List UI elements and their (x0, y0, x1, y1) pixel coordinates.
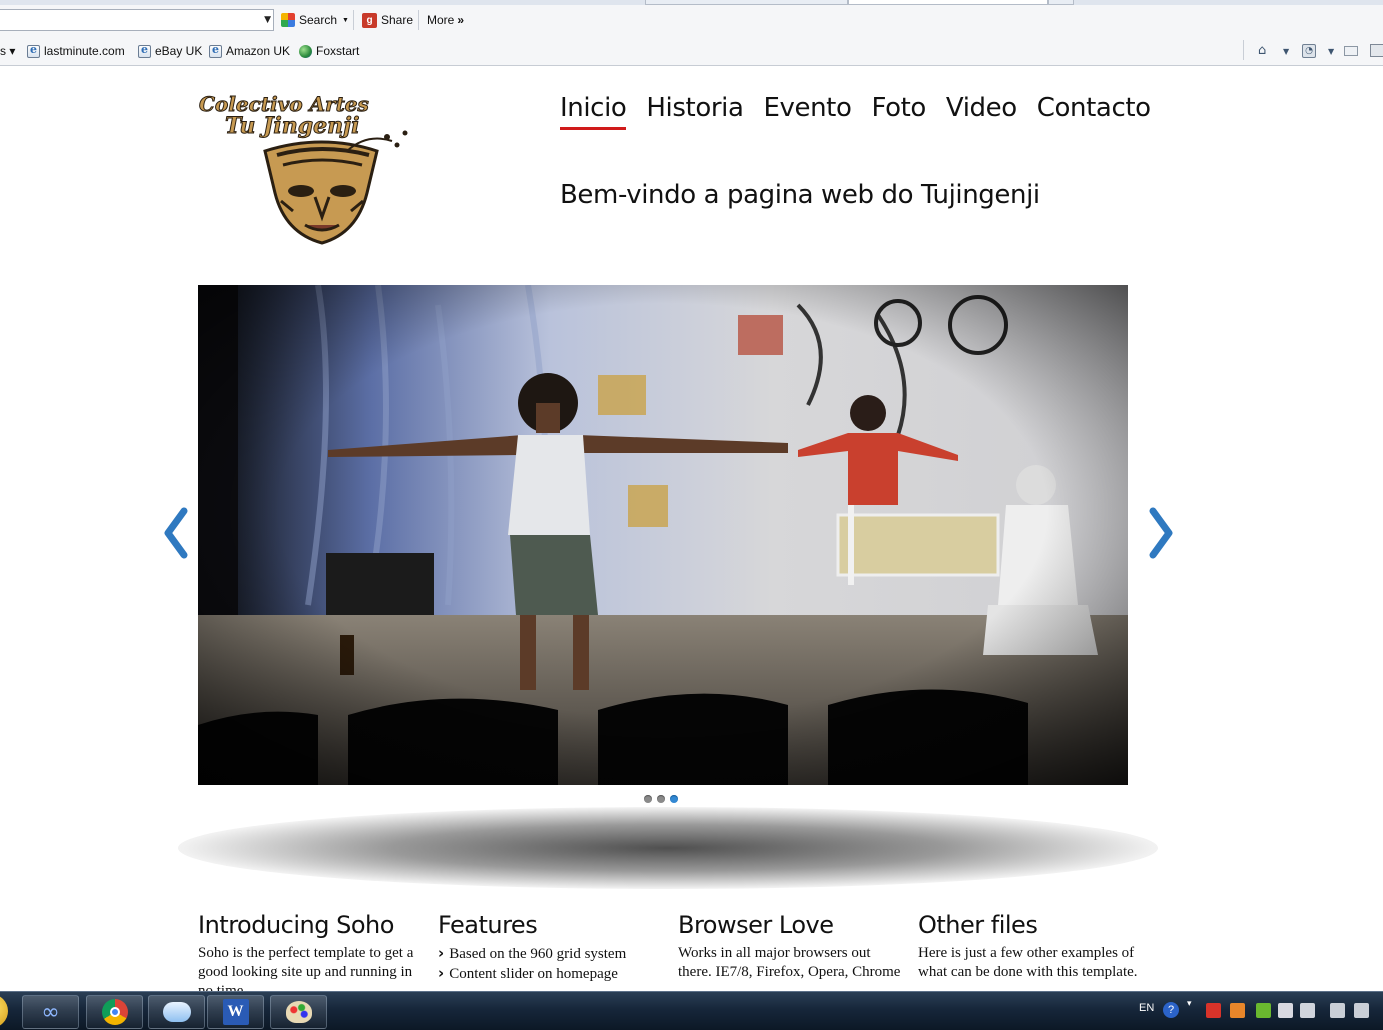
favorite-label: Amazon UK (226, 44, 291, 58)
nav-inicio[interactable]: Inicio (560, 93, 627, 130)
slider-prev-arrow-icon[interactable] (160, 507, 194, 559)
slider-pagination (644, 795, 678, 803)
taskbar-app-weather[interactable] (148, 995, 205, 1029)
ie-page-icon (27, 43, 40, 58)
weather-icon (162, 1002, 191, 1022)
share-button[interactable]: g Share (362, 10, 413, 30)
more-chevron-icon: » (457, 13, 465, 27)
taskbar-app-word[interactable]: W (207, 995, 264, 1029)
toolbar-search-input[interactable]: ▼ (0, 9, 274, 31)
tray-app-icon[interactable] (1354, 1003, 1369, 1018)
favorites-overflow-icon[interactable]: s ▾ (0, 42, 15, 60)
column-features: Features Based on the 960 grid system Co… (438, 909, 663, 984)
column-other-files: Other files Here is just a few other exa… (918, 909, 1143, 982)
column-title: Introducing Soho (198, 911, 394, 939)
dropdown-arrow-icon[interactable]: ▼ (264, 15, 271, 25)
favorites-bar: s ▾ lastminute.com eBay UK Amazon UK Fox… (0, 38, 1383, 64)
chevron-down-icon: ▼ (342, 16, 349, 24)
ie-page-icon (138, 43, 151, 58)
column-title: Features (438, 911, 538, 939)
site-logo[interactable]: Colectivo Artes Tu Jingenji (197, 93, 449, 245)
column-text: Works in all major browsers out there. I… (678, 945, 901, 980)
share-icon: g (362, 12, 377, 28)
favorite-label: eBay UK (155, 44, 203, 58)
globe-icon (299, 44, 312, 58)
toolbar-divider (418, 10, 419, 30)
home-icon[interactable]: ⌂ (1258, 43, 1266, 58)
tray-app-icon[interactable] (1300, 1003, 1315, 1018)
print-icon[interactable] (1370, 44, 1383, 57)
search-engine-icon (281, 13, 295, 27)
column-title: Browser Love (678, 911, 834, 939)
new-tab-button[interactable] (1048, 0, 1074, 5)
favorite-lastminute[interactable]: lastminute.com (27, 42, 125, 60)
word-icon: W (222, 999, 249, 1025)
chevron-down-icon[interactable]: ▼ (1283, 47, 1289, 56)
list-item: Based on the 960 grid system (438, 944, 663, 964)
browser-tab[interactable] (645, 0, 848, 5)
logo-line-2: Tu Jingenji (225, 113, 359, 139)
web-page: Colectivo Artes Tu Jingenji Inicio Histo… (0, 67, 1383, 991)
help-icon[interactable]: ? (1163, 1002, 1179, 1018)
slider-drop-shadow (178, 807, 1158, 889)
favorite-label: Foxstart (316, 44, 360, 58)
share-button-label: Share (381, 13, 414, 27)
main-navigation: Inicio Historia Evento Foto Video Contac… (560, 93, 1151, 130)
chevron-down-icon[interactable]: ▼ (1328, 47, 1334, 56)
slider-dot[interactable] (644, 795, 652, 803)
list-item: Content slider on homepage (438, 964, 663, 984)
favorite-ebay[interactable]: eBay UK (138, 42, 202, 60)
start-button[interactable] (0, 994, 8, 1028)
slider-dot-active[interactable] (670, 795, 678, 803)
column-introducing: Introducing Soho Soho is the perfect tem… (198, 909, 423, 991)
slide-photo (198, 285, 1128, 785)
taskbar-app-paint[interactable] (270, 995, 327, 1029)
search-button-label: Search (299, 13, 338, 27)
search-toolbar: ▼ Search ▼ g Share More » (0, 6, 1383, 34)
column-title: Other files (918, 911, 1038, 939)
infinity-icon: ∞ (41, 999, 60, 1025)
features-list: Based on the 960 grid system Content sli… (438, 944, 663, 984)
toolbar-divider (353, 10, 354, 30)
tray-app-icon[interactable] (1230, 1003, 1245, 1018)
tray-overflow-icon[interactable]: ▾ (1187, 999, 1192, 1009)
nav-historia[interactable]: Historia (646, 93, 743, 130)
more-button[interactable]: More » (427, 10, 464, 30)
tray-nvidia-icon[interactable] (1256, 1003, 1271, 1018)
more-button-label: More (427, 13, 455, 27)
mail-icon[interactable] (1344, 46, 1358, 56)
tray-app-icon[interactable] (1278, 1003, 1293, 1018)
slider-dot[interactable] (657, 795, 665, 803)
taskbar-app-infinity[interactable]: ∞ (22, 995, 79, 1029)
tray-antivirus-icon[interactable] (1206, 1003, 1221, 1018)
taskbar-app-chrome[interactable] (86, 995, 143, 1029)
language-indicator[interactable]: EN (1139, 1002, 1154, 1014)
favorite-foxstart[interactable]: Foxstart (299, 42, 359, 60)
rss-icon[interactable]: ◔ (1302, 44, 1316, 58)
column-text: Soho is the perfect template to get a go… (198, 945, 414, 991)
browser-tab-active[interactable] (848, 0, 1048, 5)
logo-text: Colectivo Artes Tu Jingenji (199, 93, 370, 140)
welcome-heading: Bem-vindo a pagina web do Tujingenji (560, 180, 1040, 210)
slider-next-arrow-icon[interactable] (1143, 507, 1177, 559)
column-browser-love: Browser Love Works in all major browsers… (678, 909, 903, 982)
nav-contacto[interactable]: Contacto (1037, 93, 1151, 130)
chrome-icon (101, 999, 128, 1025)
browser-toolbar: ▼ Search ▼ g Share More » s ▾ lastminute… (0, 0, 1383, 66)
windows-taskbar: ∞ W EN ? ▾ (0, 991, 1383, 1030)
toolbar-divider (1243, 40, 1244, 60)
image-slider[interactable] (198, 285, 1128, 785)
favorite-amazon[interactable]: Amazon UK (209, 42, 290, 60)
search-button[interactable]: Search ▼ (281, 10, 349, 30)
nav-video[interactable]: Video (946, 93, 1017, 130)
favorite-label: lastminute.com (44, 44, 125, 58)
nav-foto[interactable]: Foto (871, 93, 926, 130)
tray-app-icon[interactable] (1330, 1003, 1345, 1018)
ie-page-icon (209, 43, 222, 58)
paint-icon (285, 1001, 312, 1023)
nav-evento[interactable]: Evento (763, 93, 851, 130)
column-text: Here is just a few other examples of wha… (918, 945, 1138, 980)
